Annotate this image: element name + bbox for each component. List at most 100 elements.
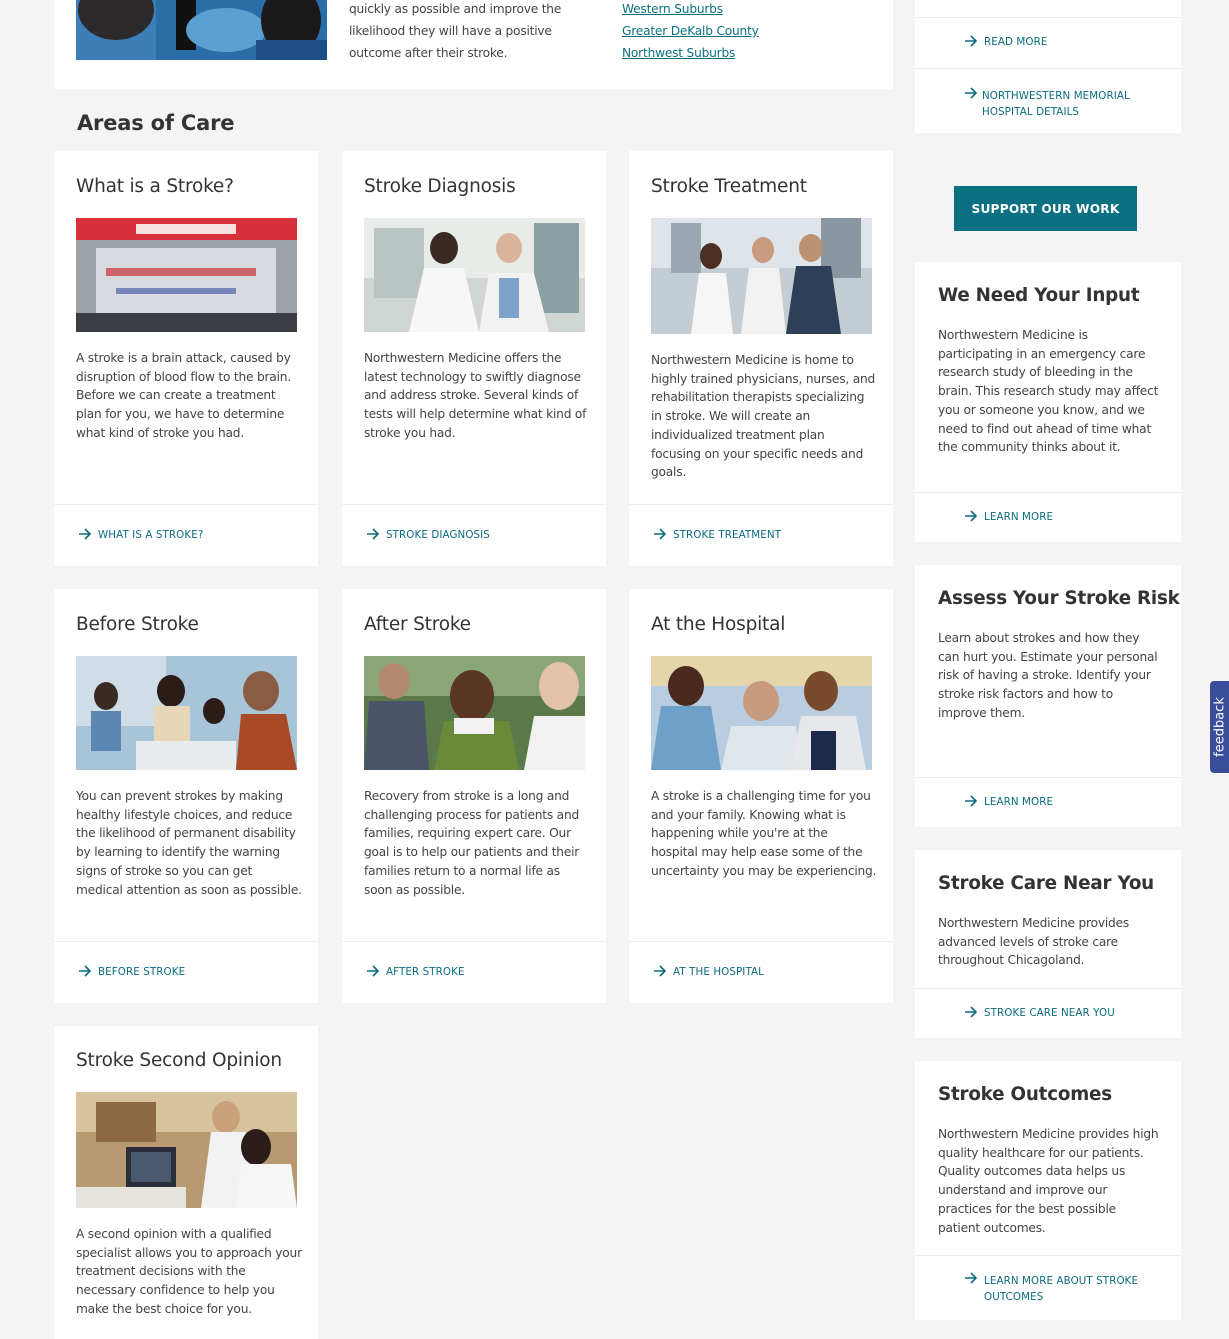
sidebar-card-footer: Learn More About Stroke Outcomes bbox=[915, 1255, 1181, 1320]
arrow-right-icon bbox=[965, 510, 978, 522]
arrow-right-icon bbox=[965, 1006, 978, 1018]
care-team-consult-photo bbox=[651, 218, 872, 334]
stroke-treatment-link[interactable]: Stroke Treatment bbox=[653, 528, 782, 541]
area-card-after-stroke: After Stroke Recovery from stroke is a l… bbox=[342, 589, 606, 1003]
link-label: Before Stroke bbox=[98, 966, 186, 978]
support-our-work-button[interactable]: Support Our Work bbox=[954, 186, 1137, 231]
card-description: You can prevent strokes by making health… bbox=[76, 789, 302, 897]
area-card-stroke-treatment: Stroke Treatment Northwestern Medicine i… bbox=[629, 151, 893, 566]
card-description: A stroke is a brain attack, caused by di… bbox=[76, 351, 291, 440]
card-title: Stroke Treatment bbox=[651, 176, 807, 197]
stroke-care-near-you-link[interactable]: Stroke Care Near You bbox=[964, 1006, 1115, 1019]
link-label: Learn More About Stroke Outcomes bbox=[984, 1275, 1139, 1303]
card-description: Northwestern Medicine is home to highly … bbox=[651, 353, 876, 480]
area-card-at-the-hospital: At the Hospital A stroke is a challengin… bbox=[629, 589, 893, 1003]
divider bbox=[915, 68, 1181, 69]
learn-more-link[interactable]: Learn More bbox=[964, 510, 1054, 523]
sidebar-card-stroke-outcomes: Stroke Outcomes Northwestern Medicine pr… bbox=[915, 1061, 1181, 1320]
link-label: At the Hospital bbox=[673, 966, 765, 978]
sidebar-card-description: Northwestern Medicine is participating i… bbox=[938, 328, 1159, 455]
card-footer: What is a Stroke? bbox=[54, 504, 318, 566]
sidebar-card-we-need-your-input: We Need Your Input Northwestern Medicine… bbox=[915, 262, 1181, 542]
arrow-right-icon bbox=[367, 965, 380, 977]
arrow-right-icon bbox=[654, 965, 667, 977]
doctors-reviewing-scans-photo bbox=[364, 218, 585, 332]
card-description: A stroke is a challenging time for you a… bbox=[651, 789, 877, 878]
card-title: Before Stroke bbox=[76, 614, 199, 635]
link-label: Northwestern Memorial Hospital Details bbox=[982, 90, 1130, 118]
intro-text: quickly as possible and improve the like… bbox=[349, 2, 562, 60]
sidebar-card-description: Northwestern Medicine provides high qual… bbox=[938, 1127, 1159, 1235]
area-card-stroke-diagnosis: Stroke Diagnosis Northwestern Medicine o… bbox=[342, 151, 606, 566]
men-after-exercise-photo bbox=[364, 656, 585, 770]
sidebar-card-title: Stroke Care Near You bbox=[938, 873, 1154, 894]
card-title: Stroke Second Opinion bbox=[76, 1050, 282, 1071]
region-link-northwest-suburbs[interactable]: Northwest Suburbs bbox=[622, 42, 759, 64]
card-description: Northwestern Medicine offers the latest … bbox=[364, 351, 587, 440]
learn-more-stroke-outcomes-link[interactable]: Learn More About Stroke Outcomes bbox=[964, 1272, 1154, 1305]
sidebar-card-footer: Learn More bbox=[915, 777, 1181, 827]
sidebar-card-title: Stroke Outcomes bbox=[938, 1084, 1112, 1105]
before-stroke-link[interactable]: Before Stroke bbox=[78, 965, 186, 978]
read-more-link[interactable]: Read More bbox=[964, 35, 1048, 48]
card-title: At the Hospital bbox=[651, 614, 786, 635]
card-description: A second opinion with a qualified specia… bbox=[76, 1227, 302, 1316]
arrow-right-icon bbox=[367, 528, 380, 540]
intro-card: quickly as possible and improve the like… bbox=[54, 0, 893, 89]
arrow-right-icon bbox=[965, 35, 978, 47]
sidebar-card-description: Northwestern Medicine provides advanced … bbox=[938, 916, 1130, 968]
area-card-what-is-stroke: What is a Stroke? A stroke is a brain at… bbox=[54, 151, 318, 566]
region-links: Western Suburbs Greater DeKalb County No… bbox=[622, 0, 759, 64]
link-label: Stroke Treatment bbox=[673, 529, 782, 541]
arrow-right-icon bbox=[79, 965, 92, 977]
sidebar-card-assess-stroke-risk: Assess Your Stroke Risk Learn about stro… bbox=[915, 565, 1181, 827]
area-card-stroke-second-opinion: Stroke Second Opinion A second opinion w… bbox=[54, 1026, 318, 1339]
arrow-right-icon bbox=[965, 87, 978, 99]
sidebar-card-title: We Need Your Input bbox=[938, 285, 1140, 306]
arrow-right-icon bbox=[79, 528, 92, 540]
region-link-greater-dekalb-county[interactable]: Greater DeKalb County bbox=[622, 20, 759, 42]
link-label: Read More bbox=[984, 36, 1048, 48]
link-label: Learn More bbox=[984, 796, 1054, 808]
link-label: Stroke Care Near You bbox=[984, 1007, 1115, 1019]
card-title: After Stroke bbox=[364, 614, 471, 635]
family-meal-photo bbox=[76, 656, 297, 770]
intro-photo bbox=[76, 0, 327, 60]
specialist-consult-photo bbox=[76, 1092, 297, 1208]
link-label: What is a Stroke? bbox=[98, 529, 204, 541]
link-label: After Stroke bbox=[386, 966, 465, 978]
region-link-western-suburbs[interactable]: Western Suburbs bbox=[622, 0, 759, 20]
sidebar-card-description: Learn about strokes and how they can hur… bbox=[938, 631, 1158, 720]
sidebar-card-footer: Stroke Care Near You bbox=[915, 988, 1181, 1038]
sidebar-card-title: Assess Your Stroke Risk bbox=[938, 588, 1180, 609]
areas-of-care-heading: Areas of Care bbox=[77, 111, 235, 135]
divider bbox=[915, 17, 1181, 18]
hospital-details-link[interactable]: Northwestern Memorial Hospital Details bbox=[964, 87, 1154, 120]
what-is-a-stroke-link[interactable]: What is a Stroke? bbox=[78, 528, 204, 541]
card-footer: After Stroke bbox=[342, 941, 606, 1003]
learn-more-link[interactable]: Learn More bbox=[964, 795, 1054, 808]
sidebar-card-stroke-care-near-you: Stroke Care Near You Northwestern Medici… bbox=[915, 850, 1181, 1038]
arrow-right-icon bbox=[654, 528, 667, 540]
card-footer: Stroke Diagnosis bbox=[342, 504, 606, 566]
patient-bedside-photo bbox=[651, 656, 872, 770]
link-label: Stroke Diagnosis bbox=[386, 529, 490, 541]
area-card-before-stroke: Before Stroke You can prevent strokes by… bbox=[54, 589, 318, 1003]
sidebar-location-links-card: Read More Northwestern Memorial Hospital… bbox=[915, 0, 1181, 133]
at-the-hospital-link[interactable]: At the Hospital bbox=[653, 965, 765, 978]
card-description: Recovery from stroke is a long and chall… bbox=[364, 789, 580, 897]
card-footer: Stroke Treatment bbox=[629, 504, 893, 566]
card-footer: At the Hospital bbox=[629, 941, 893, 1003]
feedback-tab[interactable]: feedback bbox=[1210, 681, 1229, 773]
stroke-diagnosis-link[interactable]: Stroke Diagnosis bbox=[366, 528, 490, 541]
arrow-right-icon bbox=[965, 1272, 978, 1284]
sidebar-card-footer: Learn More bbox=[915, 492, 1181, 542]
card-title: Stroke Diagnosis bbox=[364, 176, 516, 197]
link-label: Learn More bbox=[984, 511, 1054, 523]
card-title: What is a Stroke? bbox=[76, 176, 234, 197]
after-stroke-link[interactable]: After Stroke bbox=[366, 965, 465, 978]
arrow-right-icon bbox=[965, 795, 978, 807]
ambulance-emergency-photo bbox=[76, 218, 297, 332]
feedback-label: feedback bbox=[1212, 697, 1227, 757]
card-footer: Before Stroke bbox=[54, 941, 318, 1003]
